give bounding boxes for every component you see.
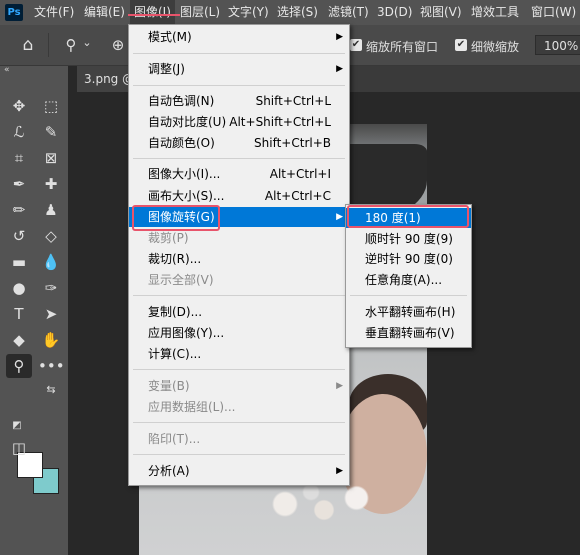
quick-mask-icon[interactable]: ◫: [6, 436, 32, 460]
options-separator: [48, 33, 49, 57]
type-tool-icon[interactable]: T: [6, 302, 32, 326]
marquee-tool-icon[interactable]: ⬚: [38, 94, 64, 118]
menu-item-arbitrary[interactable]: 任意角度(A)...: [346, 270, 471, 290]
menu-item-auto-contrast[interactable]: 自动对比度(U) Alt+Shift+Ctrl+L: [129, 112, 349, 132]
blur-tool-icon[interactable]: 💧: [38, 250, 64, 274]
zoom-percent-field[interactable]: 100%: [535, 35, 580, 55]
scrubby-zoom-label: 细微缩放: [471, 40, 520, 54]
healing-brush-tool-icon[interactable]: ✚: [38, 172, 64, 196]
menu-window[interactable]: 窗口(W): [531, 0, 576, 25]
menu-item-canvas-size[interactable]: 画布大小(S)... Alt+Ctrl+C: [129, 186, 349, 206]
collapse-icon[interactable]: «: [4, 65, 10, 75]
submenu-arrow-icon: ▶: [336, 381, 343, 391]
history-brush-tool-icon[interactable]: ↺: [6, 224, 32, 248]
submenu-arrow-icon: ▶: [336, 32, 343, 42]
menu-bar: Ps 文件(F) 编辑(E) 图像(I) 图层(L) 文字(Y) 选择(S) 滤…: [0, 0, 580, 25]
zoom-tool-selected-icon[interactable]: ⚲: [6, 354, 32, 378]
move-tool-icon[interactable]: ✥: [6, 94, 32, 118]
menu-item-mode[interactable]: 模式(M) ▶: [129, 27, 349, 47]
more-tools-icon[interactable]: •••: [38, 354, 65, 378]
menu-item-reveal-all[interactable]: 显示全部(V): [129, 270, 349, 290]
menu-item-rotate-90-cw[interactable]: 顺时针 90 度(9): [346, 229, 471, 249]
photoshop-logo: Ps: [5, 4, 23, 21]
quick-select-tool-icon[interactable]: ✎: [38, 120, 64, 144]
highlight-rotate-180: [347, 205, 469, 228]
menu-item-auto-color[interactable]: 自动颜色(O) Shift+Ctrl+B: [129, 133, 349, 153]
gradient-tool-icon[interactable]: ▬: [6, 250, 32, 274]
menu-item-adjust[interactable]: 调整(J) ▶: [129, 59, 349, 79]
menu-select[interactable]: 选择(S): [277, 0, 318, 25]
submenu-arrow-icon: ▶: [336, 466, 343, 476]
menu-item-calculations[interactable]: 计算(C)...: [129, 344, 349, 364]
default-colors-icon[interactable]: ◩: [10, 414, 24, 438]
menu-3d[interactable]: 3D(D): [377, 0, 412, 25]
menu-item-trim[interactable]: 裁切(R)...: [129, 249, 349, 269]
crop-tool-icon[interactable]: ⌗: [6, 146, 32, 170]
menu-item-variables[interactable]: 变量(B) ▶: [129, 376, 349, 396]
shape-tool-icon[interactable]: ◆: [6, 328, 32, 352]
zoom-all-windows-label: 缩放所有窗口: [366, 40, 439, 54]
resize-windows-checkbox[interactable]: ✔: [350, 39, 362, 51]
menu-item-duplicate[interactable]: 复制(D)...: [129, 302, 349, 322]
eraser-tool-icon[interactable]: ◇: [38, 224, 64, 248]
tools-panel: « ✥ ⬚ ℒ ✎ ⌗ ⊠ ✒ ✚ ✏ ♟ ↺ ◇ ▬ 💧 ● ✑ T ➤ ◆ …: [0, 65, 68, 555]
menu-type[interactable]: 文字(Y): [228, 0, 269, 25]
menu-view[interactable]: 视图(V): [420, 0, 462, 25]
menu-item-analysis[interactable]: 分析(A) ▶: [129, 461, 349, 481]
menu-file[interactable]: 文件(F): [34, 0, 74, 25]
menu-item-crop[interactable]: 裁剪(P): [129, 228, 349, 248]
swap-colors-icon[interactable]: ⇆: [44, 378, 58, 402]
frame-tool-icon[interactable]: ⊠: [38, 146, 64, 170]
clone-stamp-tool-icon[interactable]: ♟: [38, 198, 64, 222]
menu-filter[interactable]: 滤镜(T): [328, 0, 369, 25]
brush-tool-icon[interactable]: ✏: [6, 198, 32, 222]
eyedropper-tool-icon[interactable]: ✒: [6, 172, 32, 196]
menu-item-trap[interactable]: 陷印(T)...: [129, 429, 349, 449]
menu-item-flip-vertical[interactable]: 垂直翻转画布(V): [346, 323, 471, 343]
menu-item-flip-horizontal[interactable]: 水平翻转画布(H): [346, 302, 471, 322]
hand-tool-icon[interactable]: ✋: [38, 328, 64, 352]
highlight-image-rotation: [132, 205, 220, 231]
menu-layer[interactable]: 图层(L): [180, 0, 220, 25]
menu-edit[interactable]: 编辑(E): [84, 0, 125, 25]
tool-preset-dropdown-icon[interactable]: ⌄: [80, 31, 94, 55]
path-select-tool-icon[interactable]: ➤: [38, 302, 64, 326]
dodge-tool-icon[interactable]: ●: [6, 276, 32, 300]
menu-item-apply-data-set[interactable]: 应用数据组(L)...: [129, 397, 349, 417]
scrubby-zoom-checkbox[interactable]: ✔: [455, 39, 467, 51]
menu-item-image-size[interactable]: 图像大小(I)... Alt+Ctrl+I: [129, 164, 349, 184]
submenu-arrow-icon: ▶: [336, 212, 343, 222]
home-icon[interactable]: ⌂: [15, 33, 41, 57]
highlight-image-menu: [128, 2, 180, 16]
lasso-tool-icon[interactable]: ℒ: [6, 120, 32, 144]
menu-item-apply-image[interactable]: 应用图像(Y)...: [129, 323, 349, 343]
menu-item-auto-tone[interactable]: 自动色调(N) Shift+Ctrl+L: [129, 91, 349, 111]
submenu-arrow-icon: ▶: [336, 64, 343, 74]
pen-tool-icon[interactable]: ✑: [38, 276, 64, 300]
menu-item-rotate-90-ccw[interactable]: 逆时针 90 度(0): [346, 249, 471, 269]
zoom-in-icon[interactable]: ⊕: [108, 33, 128, 57]
image-menu-dropdown: 模式(M) ▶ 调整(J) ▶ 自动色调(N) Shift+Ctrl+L 自动对比度(…: [128, 24, 350, 486]
menu-plugins[interactable]: 增效工具: [471, 0, 519, 25]
